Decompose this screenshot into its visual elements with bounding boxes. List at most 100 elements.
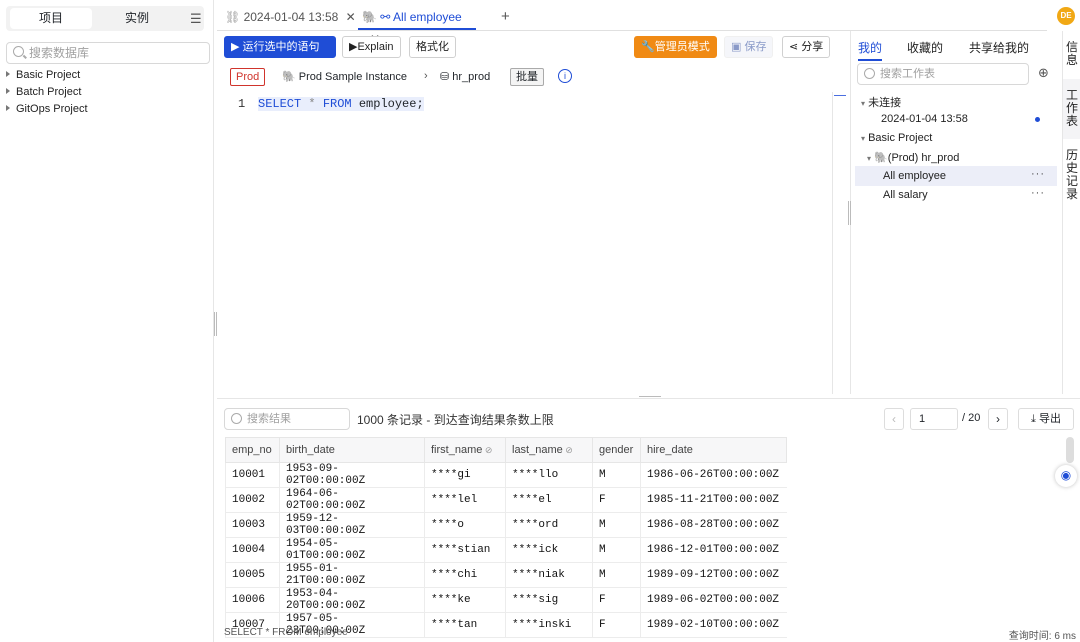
column-header[interactable]: emp_no <box>225 437 280 463</box>
sql-editor[interactable]: 1 SELECT * FROM employee; <box>222 94 832 392</box>
info-icon[interactable]: i <box>558 69 572 83</box>
tab-project[interactable]: 项目 <box>10 8 92 29</box>
table-cell[interactable]: F <box>592 587 641 613</box>
run-selected-button[interactable]: ▶ 运行选中的语句 <box>224 36 336 58</box>
side-tab-history[interactable]: 历史记录 <box>1065 149 1079 203</box>
tab-unsaved-sheet[interactable]: ⛓ 2024-01-04 13:58 ✕ <box>225 6 356 30</box>
avatar[interactable]: DE <box>1057 7 1075 25</box>
table-cell[interactable]: 10004 <box>225 537 280 563</box>
editor-scrollbar[interactable] <box>832 92 833 394</box>
table-cell[interactable]: M <box>592 537 641 563</box>
table-cell[interactable]: 1986-08-28T00:00:00Z <box>640 512 787 538</box>
page-input[interactable]: 1 <box>910 408 958 430</box>
table-cell[interactable]: M <box>592 462 641 488</box>
table-cell[interactable]: 1985-11-21T00:00:00Z <box>640 487 787 513</box>
group-hr-prod[interactable]: ▾ 🐘(Prod) hr_prod <box>867 151 959 164</box>
close-icon[interactable]: ✕ <box>346 10 356 24</box>
table-cell[interactable]: 1955-01-21T00:00:00Z <box>279 562 425 588</box>
table-cell[interactable]: ****lel <box>424 487 506 513</box>
sheet-item-all-salary[interactable]: All salary <box>883 189 928 201</box>
column-header[interactable]: hire_date <box>640 437 787 463</box>
prev-page-button[interactable]: ‹ <box>884 408 904 430</box>
result-scrollbar[interactable] <box>1066 437 1074 463</box>
table-cell[interactable]: 1989-02-10T00:00:00Z <box>640 612 787 638</box>
table-cell[interactable]: M <box>592 512 641 538</box>
new-tab-button[interactable]: + <box>501 6 510 30</box>
side-tab-sheets[interactable]: 工作表 <box>1065 89 1079 129</box>
tree-item-batch-project[interactable]: Batch Project <box>6 86 81 98</box>
tab-all-employee[interactable]: 🐘 ⚯ All employee ✕ <box>358 6 476 46</box>
table-cell[interactable]: F <box>592 612 641 638</box>
new-sheet-icon[interactable]: ⊕ <box>1038 65 1049 81</box>
tab-instance[interactable]: 实例 <box>96 6 178 31</box>
table-cell[interactable]: 10003 <box>225 512 280 538</box>
table-cell[interactable]: ****tan <box>424 612 506 638</box>
table-cell[interactable]: ****niak <box>505 562 593 588</box>
result-search-input[interactable]: 搜索结果 <box>224 408 350 430</box>
format-button[interactable]: 格式化 <box>409 36 456 58</box>
database-search-input[interactable]: 搜索数据库 <box>6 42 210 64</box>
table-cell[interactable]: 1989-06-02T00:00:00Z <box>640 587 787 613</box>
instance-selector[interactable]: 🐘 Prod Sample Instance <box>282 70 407 83</box>
sheet-search-input[interactable]: 搜索工作表 <box>857 63 1029 85</box>
more-icon[interactable]: ··· <box>1031 187 1045 199</box>
tab-mine[interactable]: 我的 <box>858 39 883 61</box>
filter-icon[interactable]: ☰ <box>190 11 202 27</box>
table-row[interactable]: 10005 1955-01-21T00:00:00Z ****chi ****niak… <box>225 562 787 588</box>
sidebar-resize-handle[interactable] <box>214 312 217 336</box>
table-cell[interactable]: F <box>592 487 641 513</box>
sql-code-line[interactable]: SELECT * FROM employee; <box>258 97 424 111</box>
table-cell[interactable]: 10001 <box>225 462 280 488</box>
table-cell[interactable]: ****stian <box>424 537 506 563</box>
table-row[interactable]: 10002 1964-06-02T00:00:00Z ****lel ****el F 1… <box>225 487 787 513</box>
table-cell[interactable]: ****ke <box>424 587 506 613</box>
table-cell[interactable]: ****gi <box>424 462 506 488</box>
table-cell[interactable]: 10006 <box>225 587 280 613</box>
table-cell[interactable]: M <box>592 562 641 588</box>
table-row[interactable]: 10001 1953-09-02T00:00:00Z ****gi ****llo M 1… <box>225 462 787 488</box>
table-cell[interactable]: ****ord <box>505 512 593 538</box>
next-page-button[interactable]: › <box>988 408 1008 430</box>
explain-button[interactable]: ▶Explain <box>342 36 401 58</box>
side-tab-info[interactable]: 信息 <box>1065 41 1079 67</box>
assistant-icon[interactable]: ◉ <box>1055 465 1077 487</box>
table-row[interactable]: 10006 1953-04-20T00:00:00Z ****ke ****sig F 1… <box>225 587 787 613</box>
table-cell[interactable]: 1959-12-03T00:00:00Z <box>279 512 425 538</box>
table-cell[interactable]: ****inski <box>505 612 593 638</box>
table-row[interactable]: 10003 1959-12-03T00:00:00Z ****o ****ord M 19… <box>225 512 787 538</box>
tab-shared[interactable]: 共享给我的 <box>969 39 1029 56</box>
table-cell[interactable]: ****llo <box>505 462 593 488</box>
table-cell[interactable]: ****o <box>424 512 506 538</box>
table-cell[interactable]: 1989-09-12T00:00:00Z <box>640 562 787 588</box>
table-cell[interactable]: 1986-06-26T00:00:00Z <box>640 462 787 488</box>
sheet-item-unsaved[interactable]: 2024-01-04 13:58 <box>881 113 968 125</box>
column-header[interactable]: first_name ⊘ <box>424 437 506 463</box>
group-basic-project[interactable]: ▾ Basic Project <box>861 132 932 144</box>
table-cell[interactable]: ****ick <box>505 537 593 563</box>
panel-resize-handle[interactable] <box>848 201 851 225</box>
tree-item-gitops-project[interactable]: GitOps Project <box>6 103 88 115</box>
tab-favorites[interactable]: 收藏的 <box>907 39 943 56</box>
table-row[interactable]: 10004 1954-05-01T00:00:00Z ****stian ****ic… <box>225 537 787 563</box>
database-selector[interactable]: ⛁ hr_prod <box>440 70 490 83</box>
tree-item-basic-project[interactable]: Basic Project <box>6 69 80 81</box>
group-unconnected[interactable]: ▾ 未连接 <box>861 94 901 110</box>
column-header[interactable]: gender <box>592 437 641 463</box>
table-cell[interactable]: 1953-09-02T00:00:00Z <box>279 462 425 488</box>
table-cell[interactable]: 1953-04-20T00:00:00Z <box>279 587 425 613</box>
export-button[interactable]: ⤓ 导出 <box>1018 408 1074 430</box>
column-header[interactable]: birth_date <box>279 437 425 463</box>
table-cell[interactable]: 1986-12-01T00:00:00Z <box>640 537 787 563</box>
table-cell[interactable]: 1954-05-01T00:00:00Z <box>279 537 425 563</box>
table-cell[interactable]: 10002 <box>225 487 280 513</box>
share-button[interactable]: ⋖ 分享 <box>782 36 831 58</box>
table-cell[interactable]: 1964-06-02T00:00:00Z <box>279 487 425 513</box>
table-cell[interactable]: ****chi <box>424 562 506 588</box>
table-cell[interactable]: ****sig <box>505 587 593 613</box>
more-icon[interactable]: ··· <box>1031 168 1045 180</box>
admin-mode-button[interactable]: 🔧管理员模式 <box>634 36 717 58</box>
table-cell[interactable]: 10005 <box>225 562 280 588</box>
batch-button[interactable]: 批量 <box>510 68 544 86</box>
column-header[interactable]: last_name ⊘ <box>505 437 593 463</box>
table-cell[interactable]: ****el <box>505 487 593 513</box>
